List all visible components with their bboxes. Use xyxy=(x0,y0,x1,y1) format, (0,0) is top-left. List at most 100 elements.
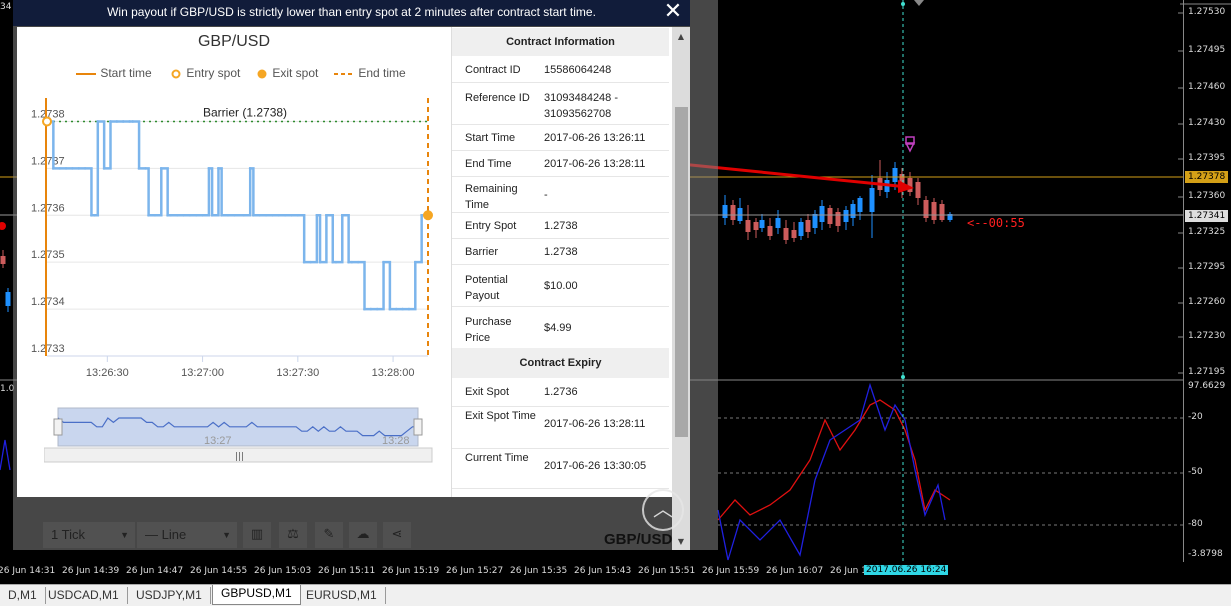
osc-label: -80 xyxy=(1188,519,1203,529)
tick-point xyxy=(318,260,322,264)
chevron-down-icon: ▼ xyxy=(120,530,129,540)
time-label: 26 Jun 14:47 xyxy=(126,566,184,576)
info-row-label: End Time xyxy=(465,158,512,170)
tick-point xyxy=(350,260,354,264)
info-row-value: 1.2738 xyxy=(544,220,578,232)
candle-body xyxy=(869,188,875,212)
tick-point xyxy=(175,213,179,217)
tick-point xyxy=(115,120,119,123)
tick-point xyxy=(309,260,312,264)
candle-body xyxy=(843,210,849,222)
candle-body xyxy=(819,206,825,222)
chart-tab[interactable]: USDCAD,M1 xyxy=(40,587,128,604)
pencil-icon[interactable]: ✎ xyxy=(315,522,343,548)
tick-point xyxy=(153,213,157,217)
time-label: 26 Jun 15:35 xyxy=(510,566,568,576)
price-label: 1.27230 xyxy=(1188,331,1226,341)
info-row: Start Time 2017-06-26 13:26:11 xyxy=(452,124,669,151)
tick-point xyxy=(388,307,392,311)
info-row-label: Reference ID xyxy=(465,92,530,104)
tick-point xyxy=(147,213,150,217)
tick-point xyxy=(64,167,68,170)
info-row-value: 2017-06-26 13:28:11 xyxy=(544,158,646,170)
candle-body xyxy=(775,218,781,228)
price-label: 1.27495 xyxy=(1188,45,1226,55)
time-label: 26 Jun 15:59 xyxy=(702,566,760,576)
tick-point xyxy=(334,260,338,264)
tick-point xyxy=(83,167,87,170)
price-label: 1.27430 xyxy=(1188,118,1226,128)
price-scale[interactable]: 1.27530 1.27495 1.27460 1.27430 1.27395 1.273… xyxy=(1183,0,1231,380)
info-row: Exit Spot Time 2017-06-26 13:28:11 xyxy=(452,406,669,449)
legend-exit-spot[interactable]: Exit spot xyxy=(257,66,318,80)
info-row-label: Exit Spot xyxy=(465,386,510,398)
legend-entry-spot[interactable]: Entry spot xyxy=(171,66,240,80)
candle-body xyxy=(745,220,751,232)
tick-point xyxy=(217,167,220,170)
cloud-download-icon[interactable]: ☁ xyxy=(349,522,377,548)
close-icon: ✕ xyxy=(663,0,683,24)
tick-point xyxy=(226,213,230,217)
info-row-label: Barrier xyxy=(465,246,499,258)
tick-point xyxy=(242,213,246,217)
tick-point xyxy=(96,120,100,123)
tick-point xyxy=(264,213,268,217)
scroll-up-icon[interactable]: ▲ xyxy=(672,30,690,44)
info-row-value: $4.99 xyxy=(544,322,572,334)
info-row-label: Contract ID xyxy=(465,64,521,76)
candle-body xyxy=(0,256,6,264)
chevron-up-icon: ︿ xyxy=(653,497,673,521)
chart-tabs: D,M1 USDCAD,M1 USDJPY,M1 GBPUSD,M1 EURUSD,M1 xyxy=(0,584,1231,606)
tick-point xyxy=(302,260,306,264)
navigator-grip: ||| xyxy=(235,452,244,462)
navigator-right-handle xyxy=(413,418,423,436)
shift-marker-icon xyxy=(914,0,924,6)
tick-point xyxy=(201,213,204,217)
dialog-title: Win payout if GBP/USD is strictly lower … xyxy=(107,5,596,19)
time-label: 26 Jun 15:43 xyxy=(574,566,632,576)
scrollbar-thumb[interactable] xyxy=(675,107,688,437)
chart-tab[interactable]: USDJPY,M1 xyxy=(128,587,211,604)
tick-point xyxy=(315,213,319,217)
tick-point xyxy=(340,213,344,217)
scale-icon[interactable]: ⚖ xyxy=(279,522,307,548)
chart-tab[interactable]: EURUSD,M1 xyxy=(298,587,386,604)
bar-chart-icon[interactable]: ▥ xyxy=(243,522,271,548)
candle-body xyxy=(805,220,811,232)
close-button[interactable]: ✕ xyxy=(662,0,684,24)
y-tick-label: 1.2735 xyxy=(31,249,65,261)
tick-point xyxy=(356,260,360,264)
time-label: 26 Jun 14:55 xyxy=(190,566,248,576)
candle-body xyxy=(791,230,797,238)
chart-type-select[interactable]: — Line ▼ xyxy=(137,522,237,548)
tick-point xyxy=(248,167,252,170)
chart-tab[interactable]: GBPUSD,M1 xyxy=(212,585,301,605)
left-price-label: 34 xyxy=(0,2,12,12)
tick-select[interactable]: 1 Tick ▼ xyxy=(43,522,135,548)
tick-point xyxy=(144,167,147,170)
tick-point xyxy=(93,213,96,217)
tick-point xyxy=(58,167,61,170)
contract-info-header: Contract Information xyxy=(452,28,669,56)
share-icon[interactable]: ⋖ xyxy=(383,522,411,548)
candle-body xyxy=(753,222,759,230)
info-row: Current Time 2017-06-26 13:30:05 xyxy=(452,448,669,489)
tick-point xyxy=(420,213,423,217)
price-label: 1.27395 xyxy=(1188,153,1226,163)
time-label: 26 Jun 15:27 xyxy=(446,566,504,576)
time-label: 26 Jun 15:51 xyxy=(638,566,696,576)
info-row-value: 31093484248 - 31093562708 xyxy=(544,92,619,120)
tick-point xyxy=(414,260,417,264)
legend-start-time[interactable]: Start time xyxy=(75,66,152,80)
tick-point xyxy=(194,213,198,217)
tick-point xyxy=(121,120,125,123)
tick-point xyxy=(102,167,106,170)
chart-navigator[interactable]: 13:27 13:28 ||| xyxy=(44,404,434,464)
price-label: 1.27295 xyxy=(1188,262,1226,272)
x-tick-label: 13:27:30 xyxy=(276,367,319,379)
candle-body xyxy=(835,212,841,226)
scroll-top-button[interactable]: ︿ xyxy=(642,489,684,531)
legend-end-time[interactable]: End time xyxy=(333,66,406,80)
oscillator-scale[interactable]: 97.6629 -20 -50 -80 -3.8798 xyxy=(1183,380,1231,562)
chart-tab[interactable]: D,M1 xyxy=(0,587,46,604)
